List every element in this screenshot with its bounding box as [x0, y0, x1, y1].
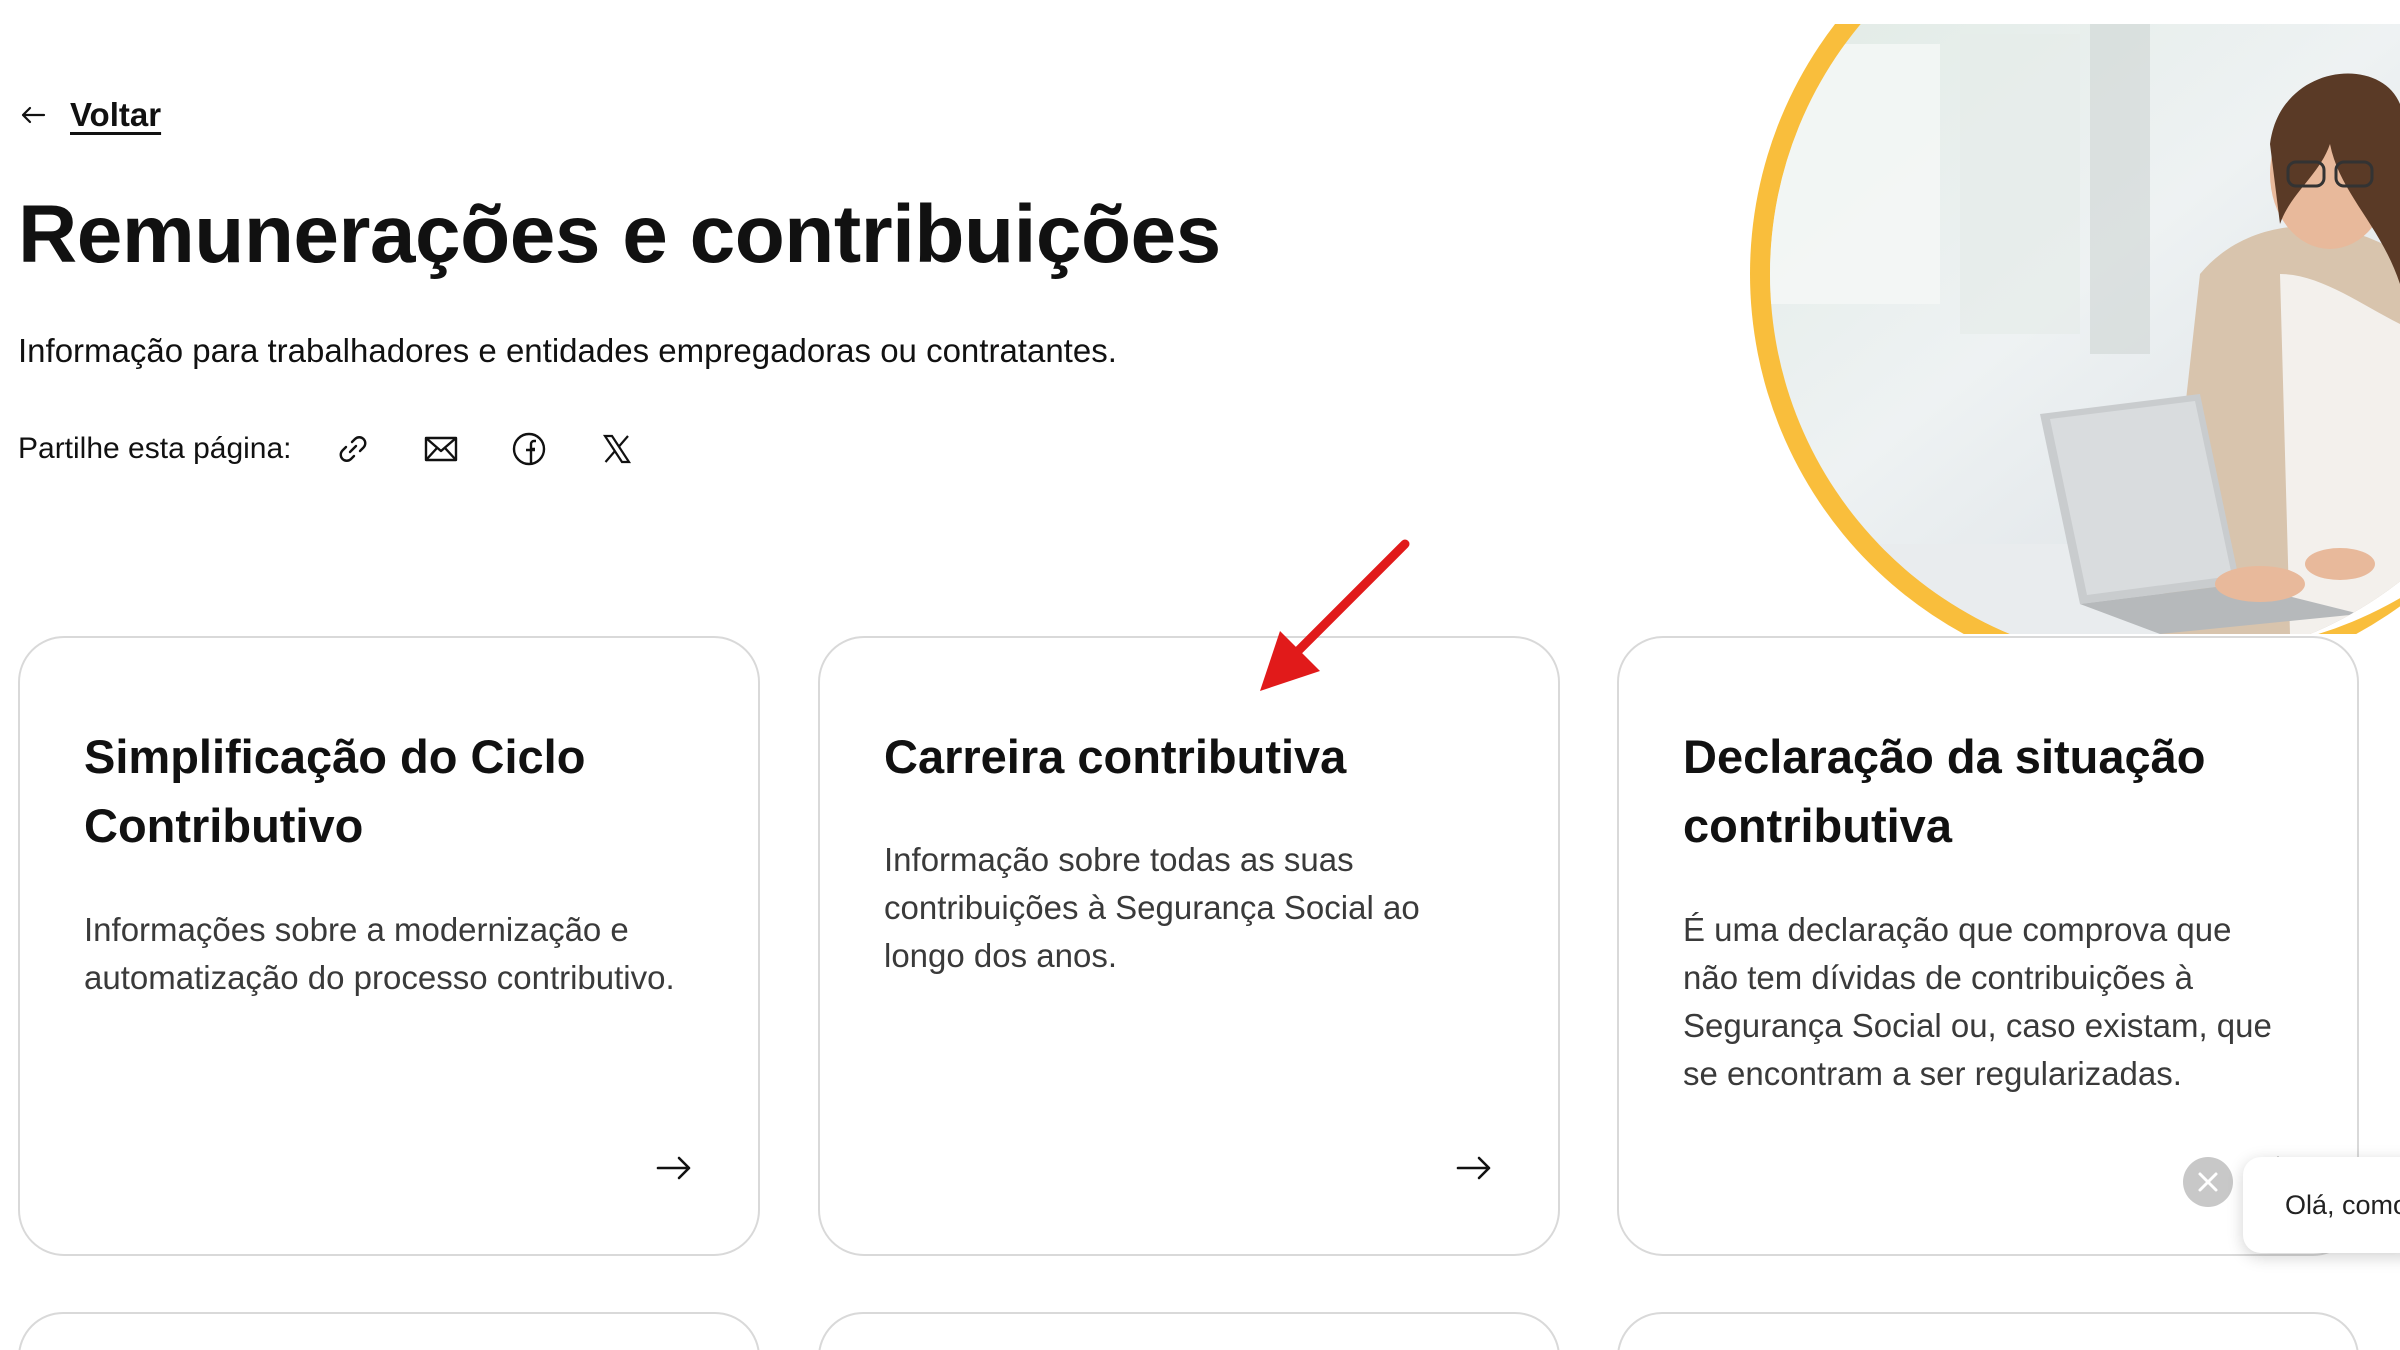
- chat-greeting: Olá, como: [2285, 1189, 2400, 1220]
- page-subtitle: Informação para trabalhadores e entidade…: [18, 332, 1117, 369]
- card-carreira-contributiva[interactable]: Carreira contributiva Informação sobre t…: [818, 636, 1560, 1256]
- page-title: Remunerações e contribuições: [18, 189, 1221, 280]
- arrow-right-icon: [656, 1156, 691, 1180]
- share-x-button[interactable]: [594, 426, 640, 472]
- arrow-right-icon: [1456, 1156, 1491, 1180]
- link-icon: [339, 436, 366, 462]
- card-next-row[interactable]: [1617, 1312, 2359, 1350]
- card-title: Carreira contributiva: [884, 730, 1347, 783]
- card-title: Declaração da situação contributiva: [1683, 730, 2206, 852]
- card-description: É uma declaração que comprova que não te…: [1683, 911, 2272, 1092]
- card-next-row[interactable]: [818, 1312, 1560, 1350]
- x-icon: [602, 434, 631, 464]
- back-link-label: Voltar: [70, 96, 162, 133]
- hero-image: [1640, 24, 2400, 634]
- annotation-arrow-icon: [1260, 539, 1410, 691]
- card-title: Simplificação do Ciclo Contributivo: [84, 730, 586, 852]
- share-bar: Partilhe esta página:: [18, 426, 682, 472]
- card-simplificacao[interactable]: Simplificação do Ciclo Contributivo Info…: [18, 636, 760, 1256]
- card-arrow-button[interactable]: [654, 1148, 694, 1188]
- chat-close-button[interactable]: [2183, 1157, 2233, 1207]
- card-description: Informações sobre a modernização e autom…: [84, 911, 675, 996]
- card-arrow-button[interactable]: [1454, 1148, 1494, 1188]
- card-description: Informação sobre todas as suas contribui…: [884, 841, 1420, 974]
- share-link-button[interactable]: [330, 426, 376, 472]
- share-email-button[interactable]: [418, 426, 464, 472]
- share-facebook-button[interactable]: [506, 426, 552, 472]
- card-next-row[interactable]: [18, 1312, 760, 1350]
- hero-photo: [1750, 24, 2400, 634]
- chat-bubble[interactable]: Olá, como: [2243, 1157, 2400, 1253]
- close-icon: [2198, 1172, 2218, 1192]
- email-icon: [424, 436, 457, 462]
- back-link[interactable]: Voltar: [18, 96, 161, 134]
- share-label: Partilhe esta página:: [18, 432, 292, 465]
- facebook-icon: [512, 432, 545, 466]
- arrow-left-icon: [21, 106, 46, 124]
